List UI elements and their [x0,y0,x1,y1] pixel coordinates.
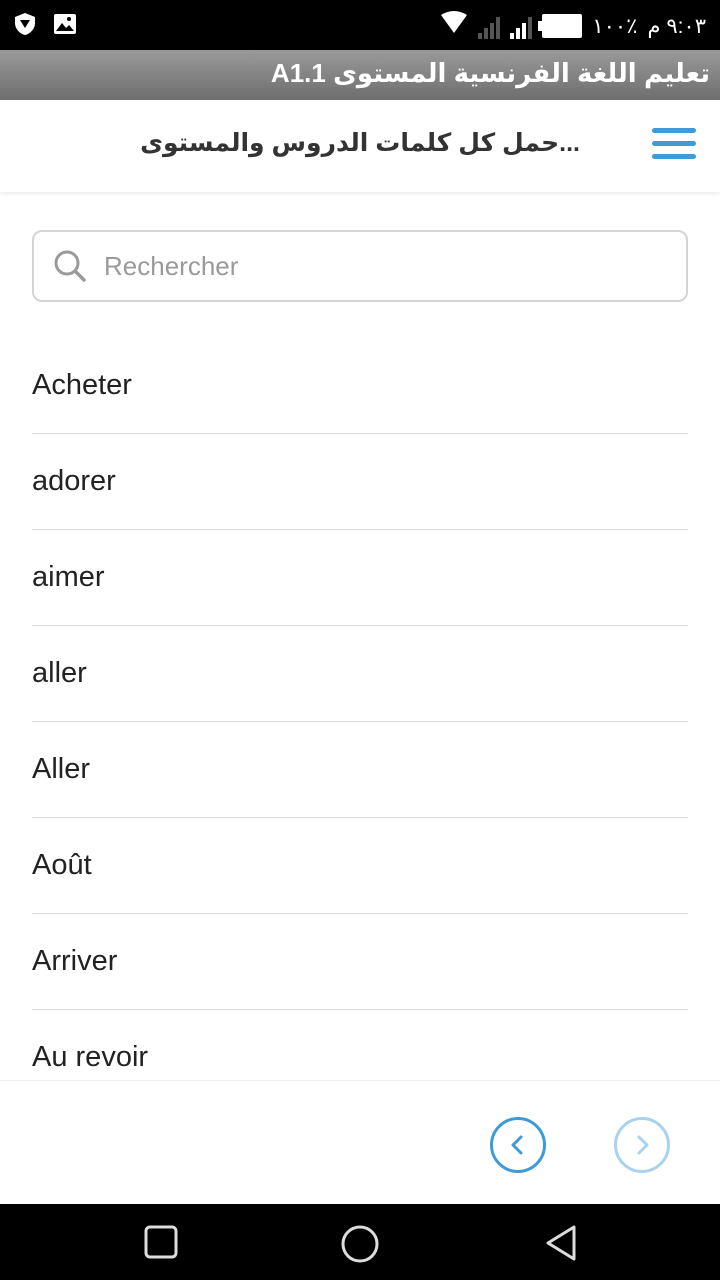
search-icon [54,250,86,282]
square-icon [144,1225,178,1259]
recent-apps-button[interactable] [144,1224,178,1265]
battery-percent: ١٠٠٪ [592,14,638,38]
signal-icon-sim2 [510,13,533,39]
page-title: ...حمل كل كلمات الدروس والمستوىA1.1 [140,129,580,157]
list-item[interactable]: aimer [32,530,688,626]
header: ...حمل كل كلمات الدروس والمستوىA1.1 [0,100,720,192]
search-box[interactable] [32,230,688,302]
image-icon [52,11,78,42]
list-item[interactable]: Aller [32,722,688,818]
signal-icon-sim1 [478,13,501,39]
chevron-right-icon [637,1135,649,1155]
list-item[interactable]: Arriver [32,914,688,1010]
next-button[interactable] [614,1117,670,1173]
menu-icon[interactable] [652,128,696,164]
previous-button[interactable] [490,1117,546,1173]
clock: ٩:٠٣ م [647,14,706,38]
battery-icon [538,14,583,38]
status-bar: ١٠٠٪ ٩:٠٣ م [0,0,720,50]
home-button[interactable] [340,1224,380,1269]
triangle-back-icon [546,1225,576,1261]
circle-icon [341,1225,379,1263]
search-input[interactable] [102,249,646,283]
list-item[interactable]: Acheter [32,338,688,434]
word-list: Acheter adorer aimer aller Aller Août Ar… [32,338,688,1106]
chevron-left-icon [511,1135,523,1155]
shield-icon [12,11,38,42]
app-title: تعليم اللغة الفرنسية المستوى A1.1 [0,50,720,100]
list-item[interactable]: adorer [32,434,688,530]
list-item[interactable]: Août [32,818,688,914]
wifi-icon [440,11,468,41]
system-nav-bar [0,1204,720,1280]
back-button[interactable] [544,1224,578,1267]
list-item[interactable]: aller [32,626,688,722]
footer-nav [0,1080,720,1205]
